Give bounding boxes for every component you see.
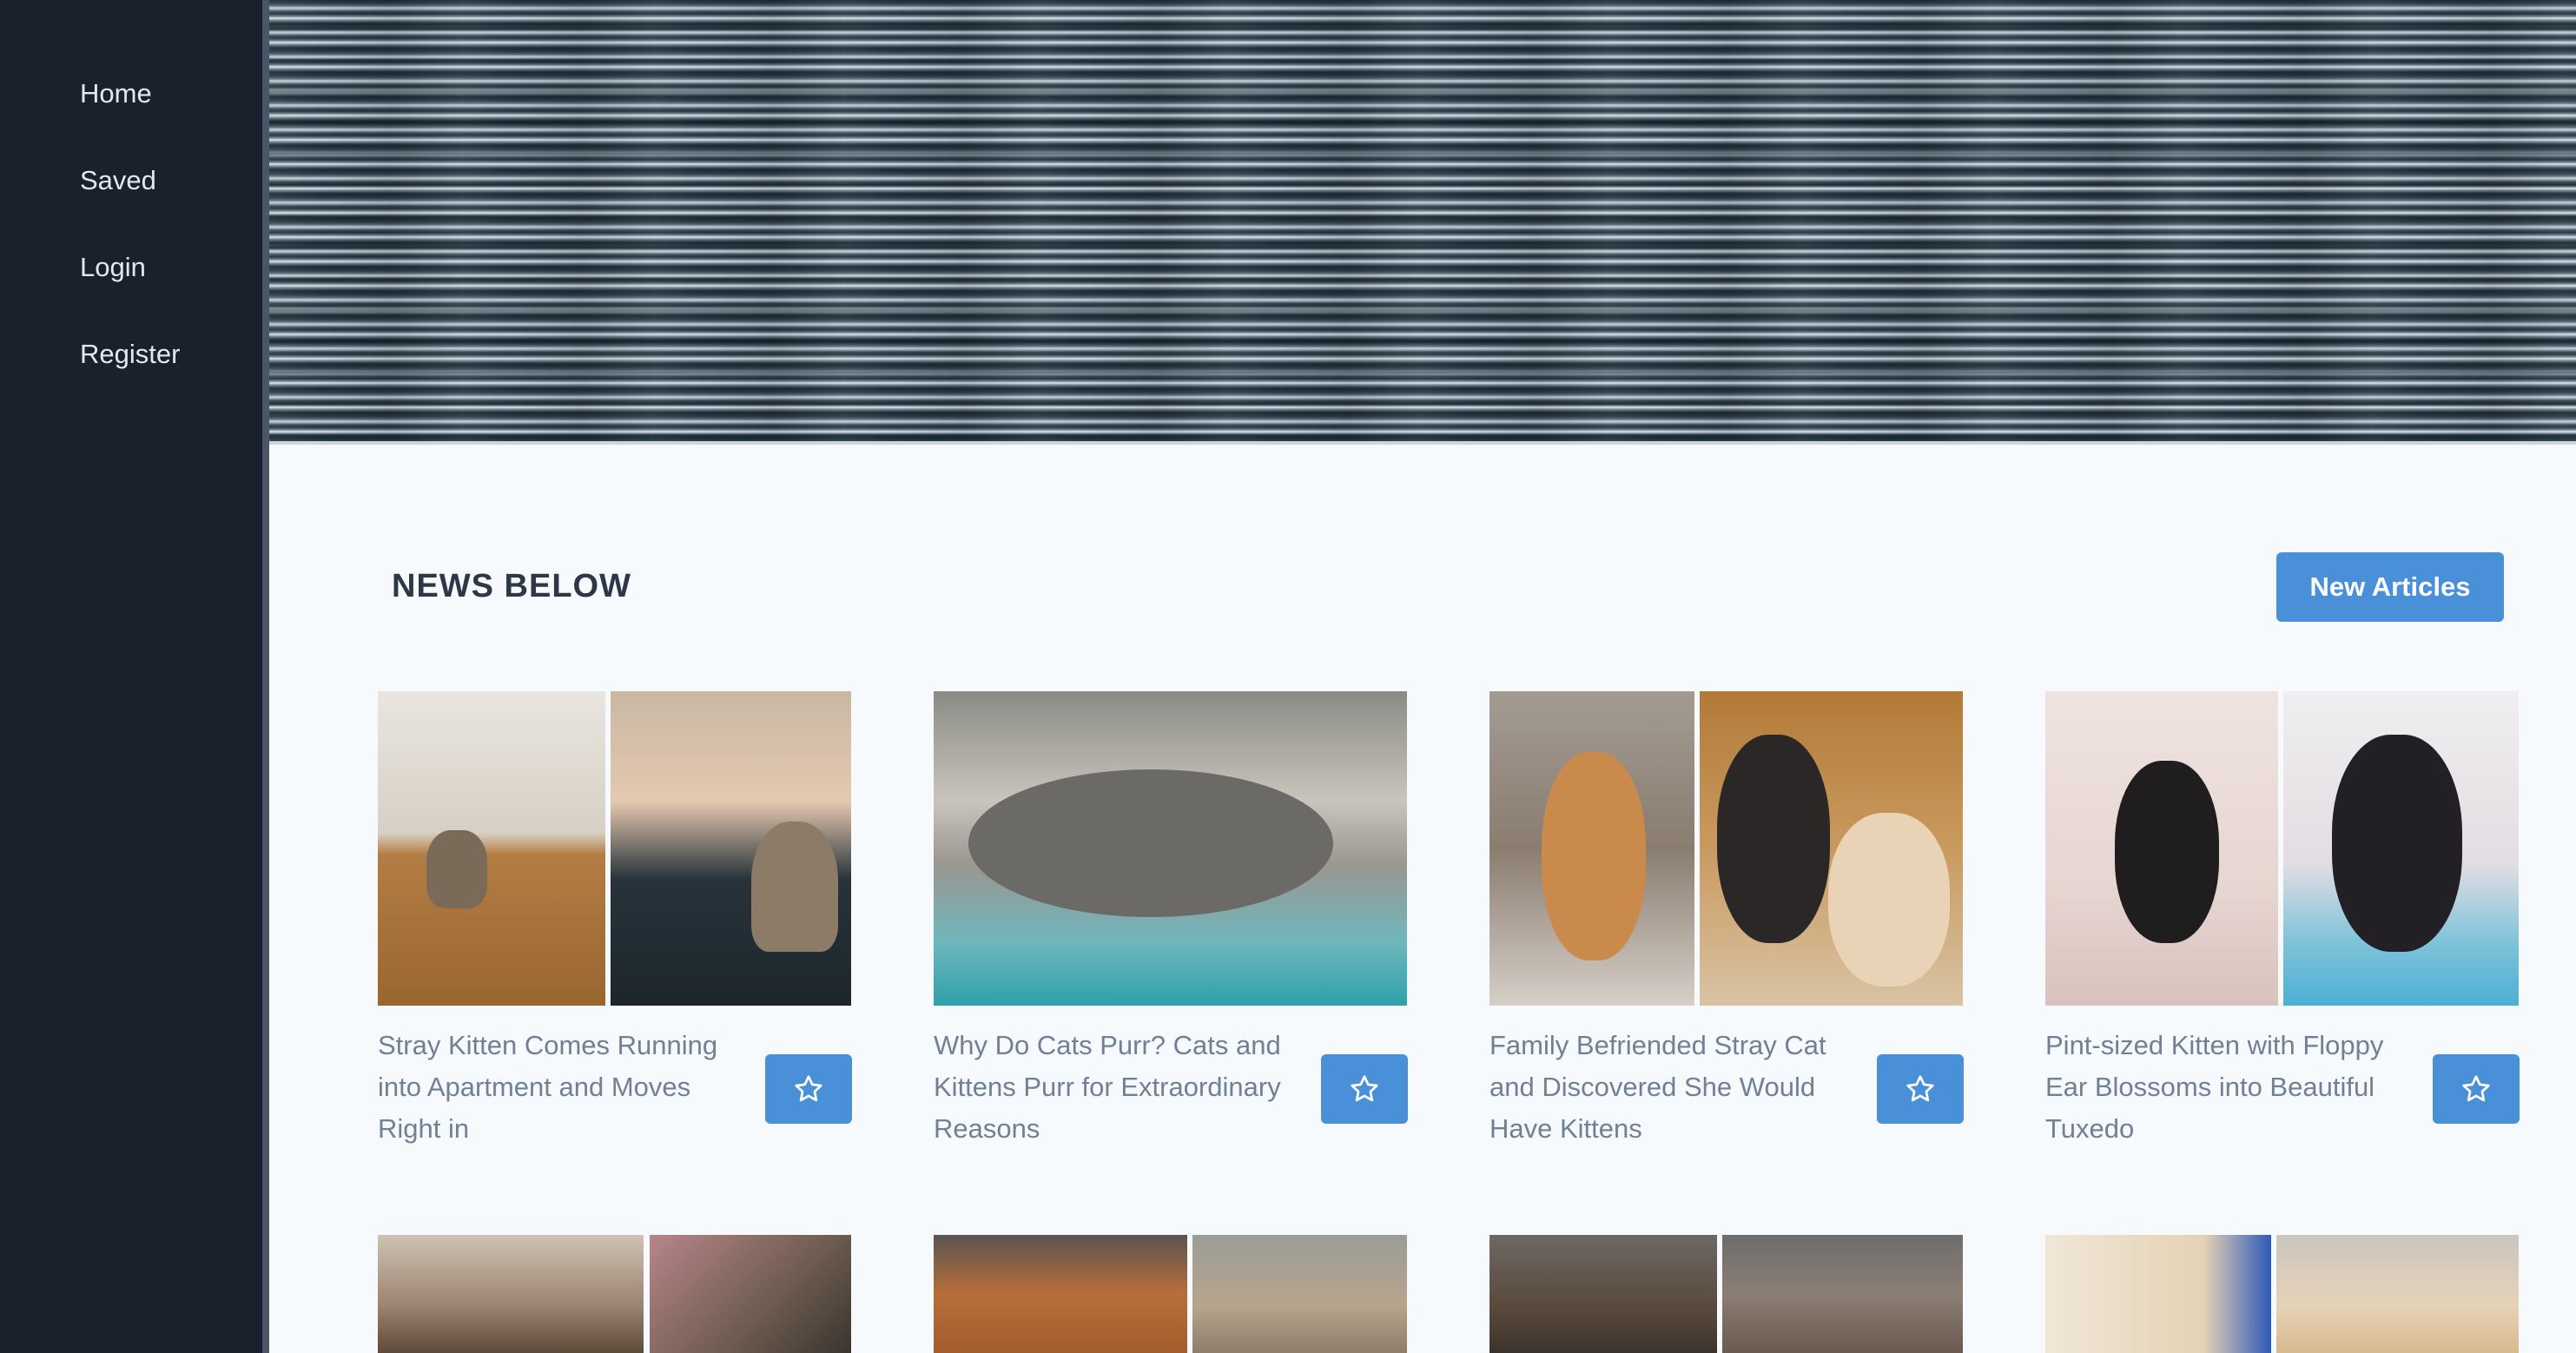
save-article-button[interactable] [1877, 1054, 1964, 1124]
sidebar-item-saved[interactable]: Saved [80, 163, 156, 198]
article-title[interactable]: Stray Kitten Comes Running into Apartmen… [378, 1025, 743, 1150]
kitten-figure [968, 769, 1333, 917]
article-thumbnail[interactable] [378, 691, 851, 1006]
kitten-photo [650, 1235, 851, 1353]
sidebar: Home Saved Login Register [0, 0, 269, 1353]
section-title: NEWS BELOW [392, 568, 631, 604]
cat-figure [1542, 752, 1646, 960]
cat-photo [1192, 1235, 1407, 1353]
star-outline-icon [2462, 1075, 2490, 1102]
kitten-figure [1717, 735, 1830, 943]
article-title[interactable]: Pint-sized Kitten with Floppy Ear Blosso… [2045, 1025, 2410, 1150]
save-article-button[interactable] [765, 1054, 852, 1124]
puppy-photo [1489, 1235, 1717, 1353]
kitten-photo [378, 691, 605, 1006]
article-thumbnail[interactable] [2045, 691, 2519, 1006]
sidebar-item-register[interactable]: Register [80, 337, 180, 372]
kitten-figure [426, 830, 487, 908]
new-articles-button[interactable]: New Articles [2276, 552, 2504, 622]
article-thumbnail[interactable] [1489, 691, 1963, 1006]
article-thumbnail[interactable] [2045, 1235, 2519, 1353]
save-article-button[interactable] [2433, 1054, 2520, 1124]
kitten-figure [751, 822, 838, 952]
kitten-figure [2115, 761, 2219, 943]
sidebar-item-home[interactable]: Home [80, 76, 152, 111]
sidebar-item-login[interactable]: Login [80, 250, 146, 285]
hero-banner-image [269, 0, 2576, 445]
save-article-button[interactable] [1321, 1054, 1408, 1124]
star-outline-icon [795, 1075, 822, 1102]
article-thumbnail[interactable] [934, 1235, 1407, 1353]
article-thumbnail[interactable] [1489, 1235, 1963, 1353]
article-title[interactable]: Family Befriended Stray Cat and Discover… [1489, 1025, 1854, 1150]
cat-photo [2045, 1235, 2271, 1353]
cat-photo [934, 1235, 1187, 1353]
cat-photo [2276, 1235, 2519, 1353]
kitten-figure [1828, 813, 1950, 987]
article-title[interactable]: Why Do Cats Purr? Cats and Kittens Purr … [934, 1025, 1298, 1150]
star-outline-icon [1351, 1075, 1378, 1102]
kitten-figure [2332, 735, 2462, 952]
kitten-photo [378, 1235, 644, 1353]
star-outline-icon [1906, 1075, 1934, 1102]
article-thumbnail[interactable] [934, 691, 1407, 1006]
cat-photo [1722, 1235, 1963, 1353]
article-thumbnail[interactable] [378, 1235, 851, 1353]
